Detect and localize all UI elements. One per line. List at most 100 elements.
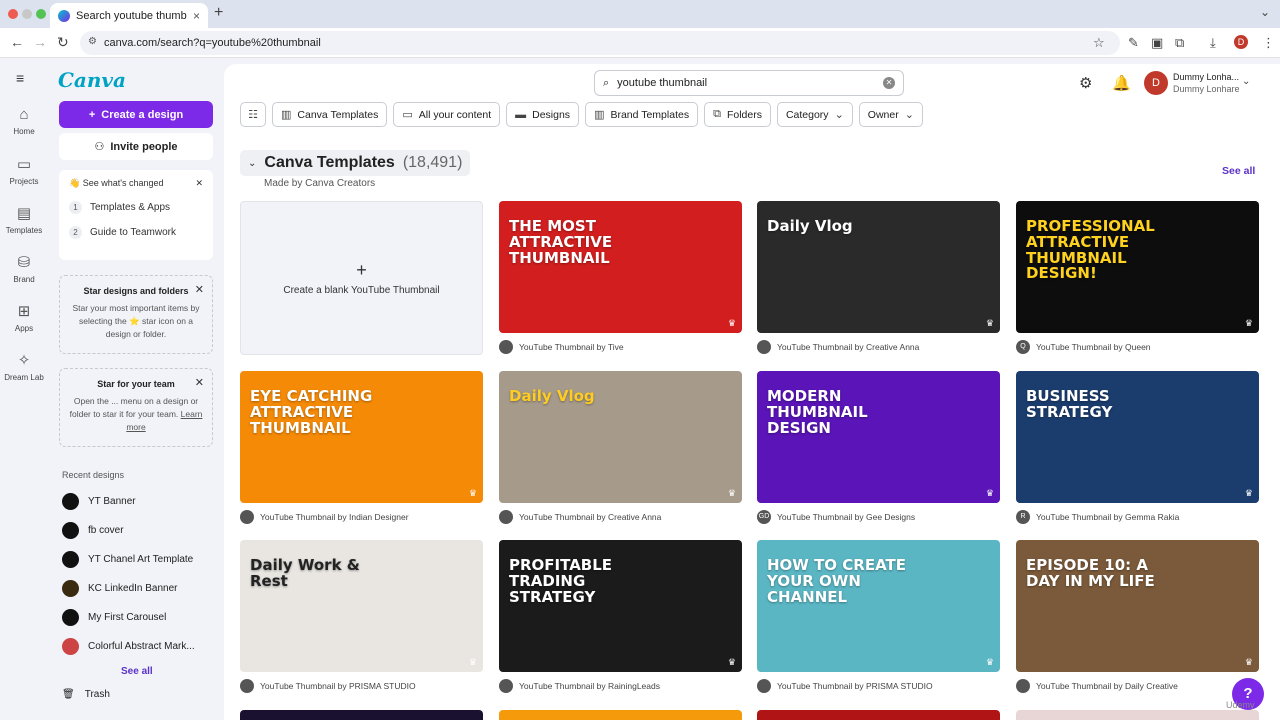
template-card[interactable]: BUSINESS STRATEGY ♛ R YouTube Thumbnail by …: [1016, 371, 1259, 524]
rail-item-templates[interactable]: ▤ Templates: [0, 204, 48, 235]
notifications-bell-icon[interactable]: 🔔: [1112, 74, 1131, 92]
browser-tab[interactable]: Search youtube thumbnail - C ×: [50, 3, 208, 28]
rail-item-brand[interactable]: ⛁ Brand: [0, 253, 48, 284]
download-icon[interactable]: ⤓: [1210, 35, 1216, 51]
author-avatar[interactable]: R: [1016, 510, 1030, 524]
author-avatar[interactable]: [499, 510, 513, 524]
template-card[interactable]: THE MOST ATTRACTIVE THUMBNAIL ♛ YouTube Th…: [499, 201, 742, 354]
collapse-chevron-icon[interactable]: ⌄: [248, 158, 256, 169]
recent-design-item[interactable]: YT Chanel Art Template: [62, 551, 193, 568]
rail-item-dream-lab[interactable]: ✧ Dream Lab: [0, 351, 48, 382]
eyedropper-icon[interactable]: ✎: [1128, 35, 1139, 51]
template-thumbnail[interactable]: EYE CATCHING ATTRACTIVE THUMBNAIL ♛: [240, 371, 483, 503]
premium-crown-icon: ♛: [1244, 488, 1253, 498]
section-header[interactable]: ⌄ Canva Templates (18,491): [240, 150, 471, 176]
recent-design-item[interactable]: Colorful Abstract Mark...: [62, 638, 195, 655]
filter-all-content[interactable]: ▭ All your content: [393, 102, 501, 127]
rail-item-projects[interactable]: ▭ Projects: [0, 155, 48, 186]
template-thumbnail[interactable]: Daily Vlog ♛: [499, 371, 742, 503]
collapse-sidebar-icon[interactable]: ≡: [16, 70, 24, 86]
changes-item[interactable]: 2 Guide to Teamwork: [69, 226, 203, 239]
template-card[interactable]: PROFESSIONAL ATTRACTIVE THUMBNAIL DESIGN…: [1016, 201, 1259, 354]
author-avatar[interactable]: [240, 679, 254, 693]
close-tab-icon[interactable]: ×: [193, 9, 200, 23]
user-avatar[interactable]: D: [1144, 71, 1168, 95]
puzzle-icon[interactable]: ⧉: [1175, 35, 1184, 51]
reload-icon[interactable]: ↻: [57, 34, 69, 51]
template-thumbnail[interactable]: Daily Work & Rest ♛: [240, 540, 483, 672]
changes-item[interactable]: 1 Templates & Apps: [69, 201, 203, 214]
author-avatar[interactable]: [499, 679, 513, 693]
author-avatar[interactable]: [1016, 679, 1030, 693]
template-card[interactable]: Daily Vlog ♛ YouTube Thumbnail by Creative…: [757, 201, 1000, 354]
template-thumbnail[interactable]: BUSINESS STRATEGY ♛: [1016, 371, 1259, 503]
close-icon[interactable]: ✕: [195, 376, 204, 389]
create-design-button[interactable]: + Create a design: [59, 101, 213, 128]
template-card[interactable]: EPISODE 10: A DAY IN MY LIFE ♛ YouTube Thu…: [1016, 540, 1259, 693]
template-thumbnail[interactable]: Daily Vlog ♛: [757, 201, 1000, 333]
canva-logo[interactable]: Canva: [58, 68, 126, 92]
filter-settings-button[interactable]: ☷: [240, 102, 266, 127]
extension-icon[interactable]: ▣: [1151, 35, 1163, 51]
tab-menu-icon[interactable]: ⌄: [1260, 5, 1270, 19]
bookmark-star-icon[interactable]: ☆: [1093, 35, 1105, 51]
template-thumbnail[interactable]: PROFITABLE TRADING STRATEGY ♛: [499, 540, 742, 672]
recent-design-item[interactable]: YT Banner: [62, 493, 136, 510]
browser-menu-icon[interactable]: ⋮: [1262, 35, 1275, 51]
invite-people-button[interactable]: ⚇ Invite people: [59, 133, 213, 160]
recent-design-item[interactable]: fb cover: [62, 522, 124, 539]
forward-icon[interactable]: →: [33, 34, 47, 50]
new-tab-icon[interactable]: +: [214, 4, 223, 22]
template-card[interactable]: MODERN THUMBNAIL DESIGN ♛ GD YouTube Thumbn…: [757, 371, 1000, 524]
author-avatar[interactable]: GD: [757, 510, 771, 524]
see-all-templates-link[interactable]: See all: [1222, 165, 1255, 177]
filter-owner[interactable]: Owner ⌄: [858, 102, 923, 127]
search-input[interactable]: ⌕ youtube thumbnail ✕: [594, 70, 904, 96]
create-blank-thumbnail-card[interactable]: + Create a blank YouTube Thumbnail: [240, 201, 483, 355]
template-thumbnail-partial[interactable]: [757, 710, 1000, 720]
author-avatar[interactable]: [757, 679, 771, 693]
recent-design-item[interactable]: My First Carousel: [62, 609, 166, 626]
rail-item-home[interactable]: ⌂ Home: [0, 106, 48, 136]
template-thumbnail-partial[interactable]: [1016, 710, 1259, 720]
close-icon[interactable]: ✕: [195, 178, 203, 189]
close-window-icon[interactable]: [8, 9, 18, 19]
author-avatar[interactable]: [240, 510, 254, 524]
filter-brand-templates[interactable]: ▥ Brand Templates: [585, 102, 699, 127]
template-thumbnail-partial[interactable]: [499, 710, 742, 720]
user-account[interactable]: Dummy Lonha... Dummy Lonhare: [1173, 72, 1240, 94]
filter-canva-templates[interactable]: ▥ Canva Templates: [272, 102, 388, 127]
author-avatar[interactable]: Q: [1016, 340, 1030, 354]
author-avatar[interactable]: [757, 340, 771, 354]
filter-designs[interactable]: ▬ Designs: [506, 102, 580, 127]
settings-gear-icon[interactable]: ⚙: [1079, 74, 1092, 92]
browser-profile-avatar[interactable]: D: [1234, 35, 1248, 49]
template-thumbnail[interactable]: PROFESSIONAL ATTRACTIVE THUMBNAIL DESIGN…: [1016, 201, 1259, 333]
template-thumbnail[interactable]: EPISODE 10: A DAY IN MY LIFE ♛: [1016, 540, 1259, 672]
template-thumbnail-partial[interactable]: [240, 710, 483, 720]
rail-item-apps[interactable]: ⊞ Apps: [0, 302, 48, 333]
template-card[interactable]: Daily Work & Rest ♛ YouTube Thumbnail by P…: [240, 540, 483, 693]
recent-design-item[interactable]: KC LinkedIn Banner: [62, 580, 178, 597]
template-thumbnail[interactable]: THE MOST ATTRACTIVE THUMBNAIL ♛: [499, 201, 742, 333]
template-card[interactable]: HOW TO CREATE YOUR OWN CHANNEL ♛ YouTube T…: [757, 540, 1000, 693]
trash-item[interactable]: 🗑 Trash: [62, 689, 110, 700]
recent-see-all-link[interactable]: See all: [121, 666, 153, 677]
back-icon[interactable]: ←: [10, 34, 24, 50]
template-card[interactable]: EYE CATCHING ATTRACTIVE THUMBNAIL ♛ YouTub…: [240, 371, 483, 524]
template-thumbnail[interactable]: HOW TO CREATE YOUR OWN CHANNEL ♛: [757, 540, 1000, 672]
template-card[interactable]: PROFITABLE TRADING STRATEGY ♛ YouTube Thum…: [499, 540, 742, 693]
site-info-icon[interactable]: ⚙: [88, 36, 97, 47]
minimize-window-icon[interactable]: [22, 9, 32, 19]
template-caption: YouTube Thumbnail by PRISMA STUDIO: [260, 681, 416, 691]
clear-search-icon[interactable]: ✕: [883, 77, 895, 89]
close-icon[interactable]: ✕: [195, 283, 204, 296]
filter-category[interactable]: Category ⌄: [776, 102, 853, 127]
maximize-window-icon[interactable]: [36, 9, 46, 19]
address-bar[interactable]: ⚙ canva.com/search?q=youtube%20thumbnail: [80, 31, 1120, 55]
author-avatar[interactable]: [499, 340, 513, 354]
template-card[interactable]: Daily Vlog ♛ YouTube Thumbnail by Creative…: [499, 371, 742, 524]
chevron-down-icon[interactable]: ⌄: [1242, 76, 1250, 87]
filter-folders[interactable]: ⧉ Folders: [704, 102, 771, 127]
template-thumbnail[interactable]: MODERN THUMBNAIL DESIGN ♛: [757, 371, 1000, 503]
